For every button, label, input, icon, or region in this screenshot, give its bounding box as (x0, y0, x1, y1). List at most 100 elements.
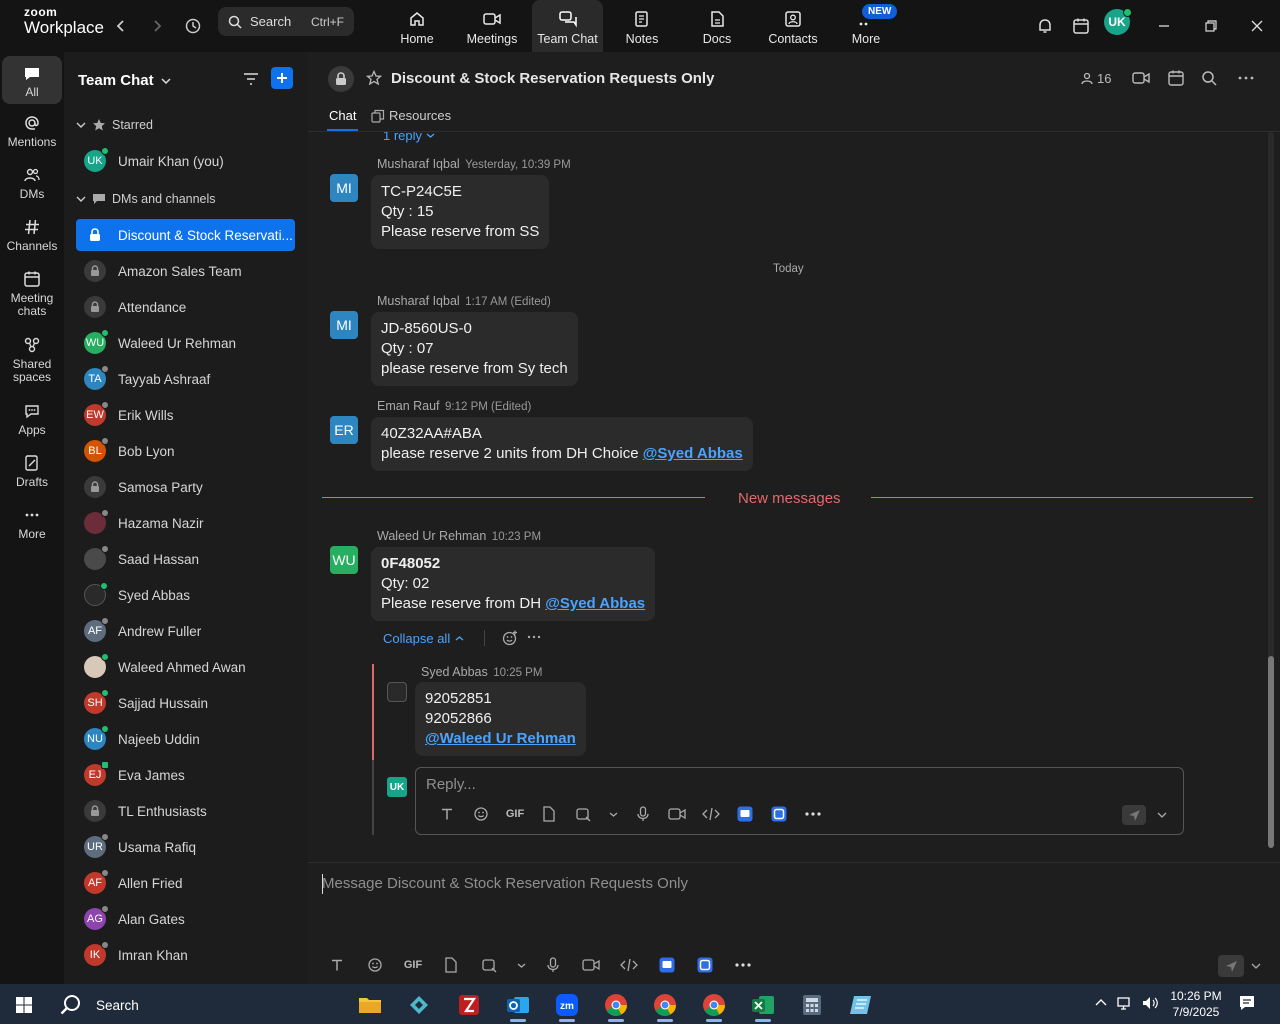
sidebar-item-usama-rafiq[interactable]: UR Usama Rafiq (76, 831, 295, 863)
chrome-icon[interactable] (594, 988, 638, 1022)
filter-icon[interactable] (242, 70, 260, 88)
add-reaction-icon[interactable] (501, 629, 519, 647)
sidebar-item-saad-hassan[interactable]: Saad Hassan (76, 543, 295, 575)
rail-item-channels[interactable]: Channels (2, 218, 62, 253)
scrollbar-thumb[interactable] (1268, 656, 1274, 848)
emoji-icon[interactable] (356, 957, 394, 973)
sidebar-item-eva-james[interactable]: EJ Eva James (76, 759, 295, 791)
close-icon[interactable] (1243, 12, 1271, 40)
video-message-icon[interactable] (660, 807, 694, 821)
rail-item-more[interactable]: More (2, 506, 62, 541)
rail-item-apps[interactable]: Apps (2, 402, 62, 437)
sidebar-item-andrew-fuller[interactable]: AF Andrew Fuller (76, 615, 295, 647)
message-bubble[interactable]: 0F48052 Qty: 02 Please reserve from DH @… (371, 547, 656, 621)
text-format-icon[interactable] (430, 807, 464, 821)
app-shortcut-icon[interactable] (728, 806, 762, 822)
rail-item-mentions[interactable]: Mentions (2, 114, 62, 149)
screenshot-icon[interactable] (470, 957, 508, 973)
tab-home[interactable]: Home (392, 0, 442, 52)
sidebar-item-waleed-ahmed-awan[interactable]: Waleed Ahmed Awan (76, 651, 295, 683)
dms-section-header[interactable]: DMs and channels (76, 192, 216, 206)
more-options-icon[interactable] (527, 632, 541, 642)
composer-input[interactable]: Message Discount & Stock Reservation Req… (322, 875, 688, 892)
message-bubble[interactable]: 40Z32AA#ABA please reserve 2 units from … (371, 417, 753, 471)
file-icon[interactable] (532, 806, 566, 822)
microphone-icon[interactable] (534, 957, 572, 973)
rail-item-dms[interactable]: DMs (2, 166, 62, 201)
mention-link[interactable]: @Waleed Ur Rehman (425, 730, 576, 747)
file-explorer-icon[interactable] (348, 988, 392, 1022)
sidebar-item-hazama-nazir[interactable]: Hazama Nazir (76, 507, 295, 539)
screenshot-icon[interactable] (566, 806, 600, 822)
sidebar-item-sajjad-hussain[interactable]: SH Sajjad Hussain (76, 687, 295, 719)
history-icon[interactable] (179, 12, 207, 40)
taskbar-search[interactable]: Search (60, 994, 139, 1016)
app-shortcut-icon[interactable] (762, 806, 796, 822)
tab-chat[interactable]: Chat (326, 108, 359, 131)
tab-meetings[interactable]: Meetings (464, 0, 520, 52)
mention-link[interactable]: @Syed Abbas (545, 595, 645, 612)
outlook-icon[interactable] (496, 988, 540, 1022)
rail-item-drafts[interactable]: Drafts (2, 454, 62, 489)
sidebar-item-attendance[interactable]: Attendance (76, 291, 295, 323)
text-format-icon[interactable] (318, 958, 356, 972)
forward-arrow-icon[interactable] (143, 12, 171, 40)
send-button[interactable] (1122, 805, 1146, 825)
message-author[interactable]: Musharaf Iqbal (377, 294, 460, 308)
excel-icon[interactable] (741, 988, 785, 1022)
app-shortcut-icon[interactable] (648, 957, 686, 973)
gif-button[interactable]: GIF (394, 959, 432, 971)
avatar[interactable]: MI (330, 174, 358, 202)
new-chat-button[interactable] (271, 67, 293, 89)
reply-input[interactable]: Reply... (426, 776, 476, 793)
message-composer[interactable]: Message Discount & Stock Reservation Req… (308, 862, 1280, 984)
message-author[interactable]: Eman Rauf (377, 399, 440, 413)
sidebar-item-bob-lyon[interactable]: BL Bob Lyon (76, 435, 295, 467)
app-shortcut-icon[interactable] (686, 957, 724, 973)
more-options-icon[interactable] (796, 811, 830, 817)
sidebar-item-tayyab-ashraaf[interactable]: TA Tayyab Ashraaf (76, 363, 295, 395)
sidebar-item-najeeb-uddin[interactable]: NU Najeeb Uddin (76, 723, 295, 755)
windows-start-icon[interactable] (2, 988, 46, 1022)
chevron-up-icon[interactable] (1094, 996, 1108, 1010)
starred-section-header[interactable]: Starred (76, 118, 153, 132)
emoji-icon[interactable] (464, 806, 498, 822)
app-icon[interactable] (839, 988, 883, 1022)
avatar[interactable]: WU (330, 546, 358, 574)
back-arrow-icon[interactable] (107, 12, 135, 40)
send-button[interactable] (1218, 955, 1244, 977)
tab-docs[interactable]: Docs (698, 0, 736, 52)
message-list[interactable]: 1 reply MI Musharaf Iqbal Yesterday, 10:… (308, 132, 1280, 862)
chrome-icon[interactable] (643, 988, 687, 1022)
network-icon[interactable] (1116, 995, 1134, 1011)
message-bubble[interactable]: JD-8560US-0 Qty : 07 please reserve from… (371, 312, 578, 386)
search-icon[interactable] (1201, 70, 1217, 86)
rail-item-all[interactable]: All (2, 56, 62, 104)
sidebar-item-imran-khan[interactable]: IK Imran Khan (76, 939, 295, 971)
rail-item-shared-spaces[interactable]: Shared spaces (2, 336, 62, 384)
gif-button[interactable]: GIF (498, 808, 532, 820)
sidebar-item-syed-abbas[interactable]: Syed Abbas (76, 579, 295, 611)
sidebar-item-waleed-ur-rehman[interactable]: WU Waleed Ur Rehman (76, 327, 295, 359)
sidebar-item-erik-wills[interactable]: EW Erik Wills (76, 399, 295, 431)
calendar-icon[interactable] (1167, 69, 1185, 87)
sidebar-title[interactable]: Team Chat (78, 72, 172, 89)
reply-count-link[interactable]: 1 reply (383, 132, 435, 143)
sidebar-item-discount-channel[interactable]: Discount & Stock Reservati... (76, 219, 295, 251)
sidebar-item-allen-fried[interactable]: AF Allen Fried (76, 867, 295, 899)
minimize-icon[interactable] (1150, 12, 1178, 40)
rail-item-meeting-chats[interactable]: Meeting chats (2, 270, 62, 318)
global-search-box[interactable]: Search Ctrl+F (218, 7, 354, 36)
mention-link[interactable]: @Syed Abbas (643, 445, 743, 462)
file-icon[interactable] (432, 957, 470, 973)
reply-input-box[interactable]: Reply... GIF (415, 767, 1184, 835)
sidebar-item-samosa-party[interactable]: Samosa Party (76, 471, 295, 503)
code-snippet-icon[interactable] (694, 807, 728, 821)
more-options-icon[interactable] (724, 962, 762, 968)
microphone-icon[interactable] (626, 806, 660, 822)
avatar[interactable]: ER (330, 416, 358, 444)
reply-bubble[interactable]: 92052851 92052866 @Waleed Ur Rehman (415, 682, 586, 756)
restore-icon[interactable] (1197, 12, 1225, 40)
more-options-icon[interactable] (1237, 70, 1255, 86)
calendar-app-icon[interactable] (1067, 12, 1095, 40)
